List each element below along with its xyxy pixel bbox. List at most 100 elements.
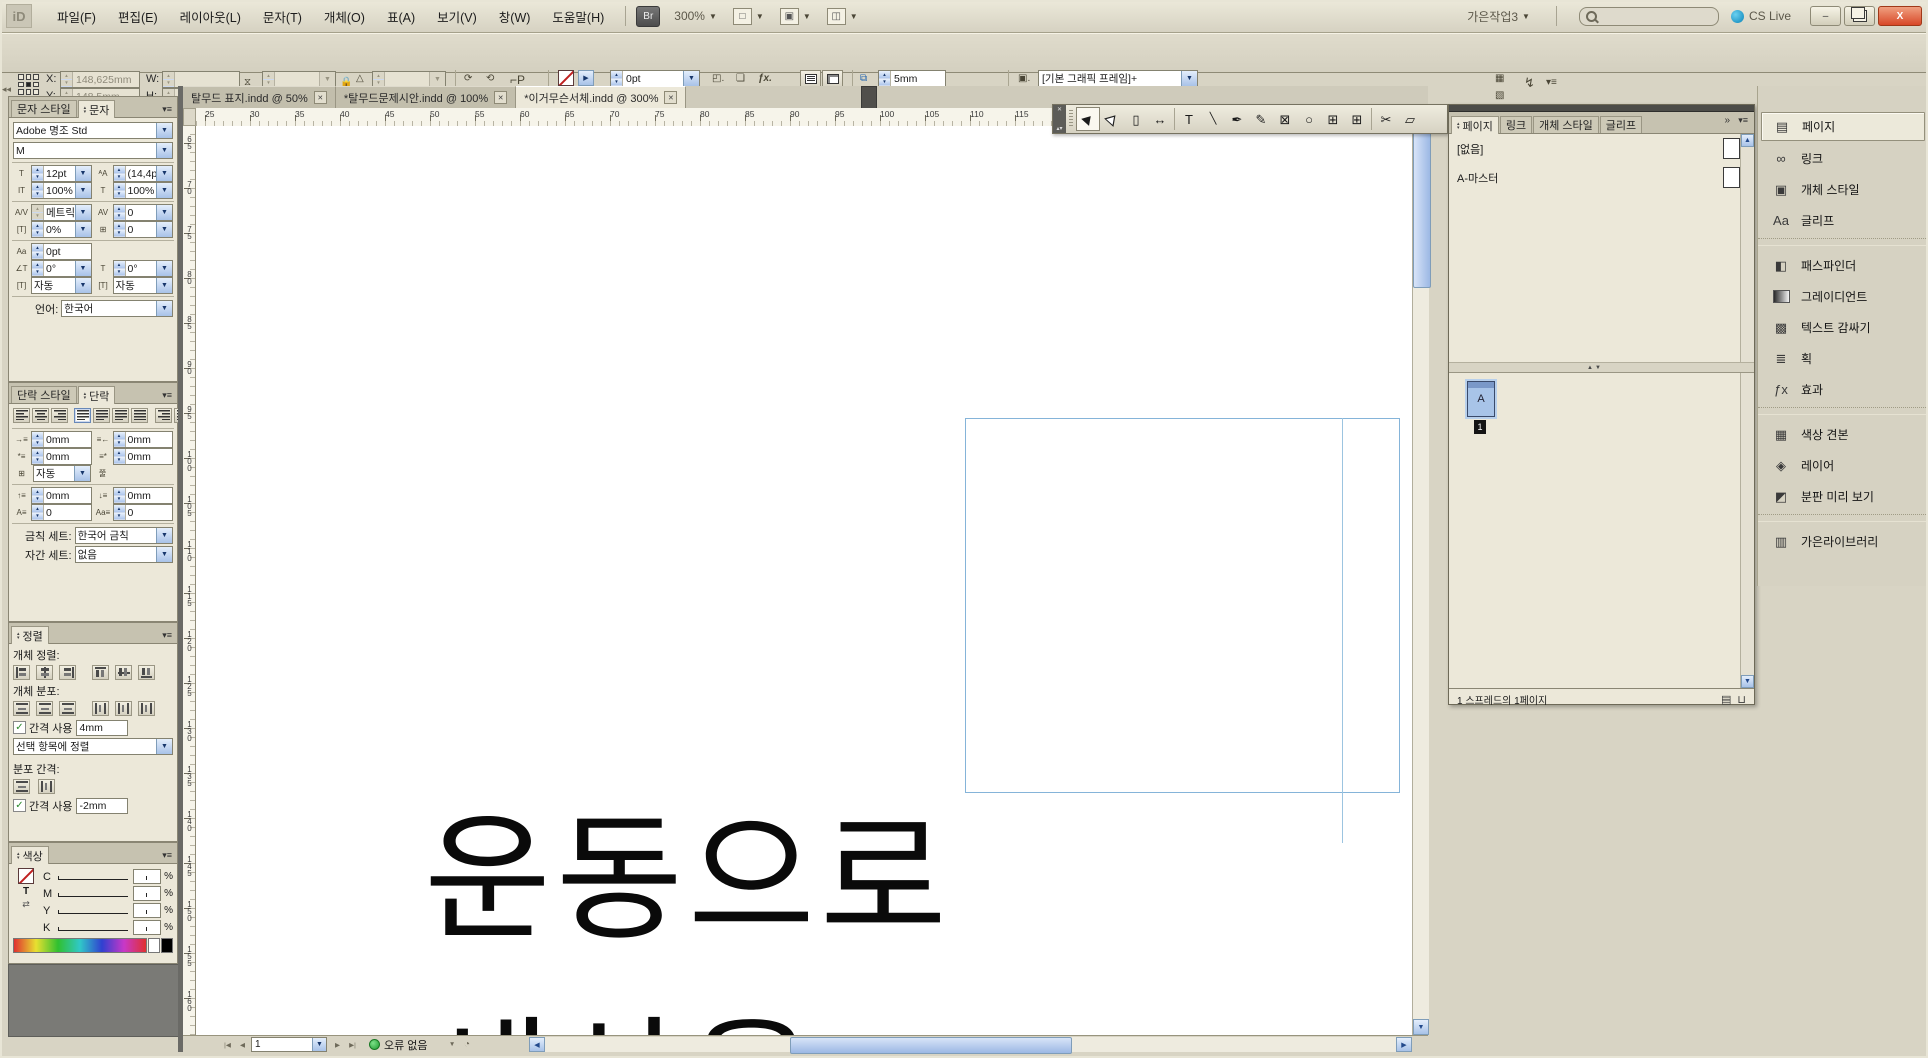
align-left-button[interactable]: [13, 408, 30, 423]
baseline-shift-field[interactable]: 0pt: [31, 243, 92, 260]
distribute-h-space-button[interactable]: [38, 779, 55, 794]
ellipse-tool[interactable]: ○: [1297, 107, 1321, 131]
indent-right-field[interactable]: 0mm: [113, 431, 174, 448]
search-input[interactable]: [1579, 7, 1719, 26]
frame-fitting-icon[interactable]: ⧉: [860, 73, 867, 84]
distribute-left-button[interactable]: [92, 701, 109, 716]
channel-slider[interactable]: [56, 923, 130, 933]
direct-selection-tool[interactable]: ▶: [1100, 107, 1124, 131]
new-spread-icon[interactable]: ▤: [1721, 693, 1731, 706]
tab-align[interactable]: ▴▾정렬: [11, 626, 49, 644]
horizontal-scrollbar[interactable]: [545, 1037, 1396, 1052]
rotate-cw-icon[interactable]: ⟳: [464, 73, 472, 84]
next-page-button[interactable]: ▶: [331, 1038, 344, 1051]
menu-item[interactable]: 레이아웃(L): [169, 3, 252, 30]
spacing2-value-field[interactable]: -2mm: [76, 798, 128, 814]
sidebar-item-layers[interactable]: ◈ 레이어: [1761, 452, 1925, 479]
x-position-field[interactable]: 148,625mm: [60, 71, 140, 88]
fit-gap-field[interactable]: 5mm: [878, 70, 946, 87]
mojikumi-combo[interactable]: 없음: [75, 546, 173, 563]
page-tool[interactable]: ▯: [1124, 107, 1148, 131]
distribute-bottom-button[interactable]: [59, 701, 76, 716]
no-text-wrap-button[interactable]: [800, 70, 821, 87]
font-family-combo[interactable]: Adobe 명조 Std: [13, 122, 173, 139]
vertical-scroll-thumb[interactable]: [1413, 124, 1431, 288]
space-before-field[interactable]: 0mm: [31, 487, 92, 504]
document-canvas[interactable]: 운동으로세상을만나다: [196, 126, 1412, 1035]
scroll-up-icon[interactable]: ▲: [1741, 134, 1754, 147]
channel-slider[interactable]: [56, 906, 130, 916]
channel-value-field[interactable]: [133, 920, 161, 935]
pages-panel-tab[interactable]: ▴▾페이지: [1451, 116, 1499, 134]
distribute-v-space-button[interactable]: [13, 779, 30, 794]
align-v-centers-button[interactable]: [115, 665, 132, 680]
vertical-ruler[interactable]: 6570758085909510010511011512012513013514…: [183, 126, 196, 1035]
sidebar-item-gradient[interactable]: 그레이디언트: [1761, 283, 1925, 310]
master-page-row[interactable]: [없음]: [1449, 134, 1754, 163]
vertical-grid-tool[interactable]: ⊞: [1345, 107, 1369, 131]
panel-scrollbar[interactable]: ▼: [1740, 373, 1754, 688]
char-rotation-combo[interactable]: 0°: [31, 260, 92, 277]
control-panel-menu-icon[interactable]: ▾≡: [1546, 77, 1557, 88]
first-page-button[interactable]: |◀: [221, 1038, 234, 1051]
vertical-scrollbar[interactable]: ▲ ▼: [1412, 108, 1429, 1035]
color-ramp[interactable]: [13, 938, 147, 953]
spacing-value-field[interactable]: 4mm: [76, 720, 128, 736]
master-page-row[interactable]: A-마스터: [1449, 163, 1754, 192]
arrange-documents-dropdown[interactable]: ◫ ▼: [827, 8, 858, 25]
selection-tool[interactable]: ▶: [1076, 107, 1100, 131]
cs-live-button[interactable]: CS Live: [1731, 9, 1791, 23]
swap-fill-stroke-icon[interactable]: ⇄: [22, 899, 30, 910]
panel-menu-icon[interactable]: ▾≡: [1738, 115, 1748, 126]
line-tool[interactable]: ╲: [1201, 107, 1225, 131]
align-toward-spine-button[interactable]: [155, 408, 172, 423]
menu-item[interactable]: 도움말(H): [541, 3, 615, 30]
distribute-top-button[interactable]: [13, 701, 30, 716]
screen-mode-dropdown[interactable]: ▣ ▼: [780, 8, 811, 25]
channel-slider[interactable]: [56, 872, 130, 882]
sidebar-item-glyphs[interactable]: Aa 글리프: [1761, 207, 1925, 234]
aki-combo[interactable]: 0%: [31, 221, 92, 238]
pages-panel-tab[interactable]: 개체 스타일: [1533, 116, 1599, 133]
language-combo[interactable]: 한국어: [61, 300, 173, 317]
distribute-h-centers-button[interactable]: [115, 701, 132, 716]
workspace-switcher[interactable]: 가은작업3 ▼: [1467, 8, 1530, 25]
sidebar-item-object-styles[interactable]: ▣ 개체 스타일: [1761, 176, 1925, 203]
preflight-menu-icon[interactable]: ▼: [446, 1038, 459, 1051]
sidebar-item-separations-preview[interactable]: ◩ 분판 미리 보기: [1761, 483, 1925, 510]
object-style-combo[interactable]: [기본 그래픽 프레임]+: [1038, 70, 1198, 87]
sidebar-item-pages[interactable]: ▤ 페이지: [1761, 112, 1925, 141]
last-page-button[interactable]: ▶|: [346, 1038, 359, 1051]
delete-spread-icon[interactable]: ⊔: [1737, 693, 1746, 706]
horizontal-scroll-thumb[interactable]: [790, 1037, 1072, 1054]
sidebar-item-links[interactable]: ∞ 링크: [1761, 145, 1925, 172]
panel-scrollbar[interactable]: ▲: [1740, 134, 1754, 362]
align-right-button[interactable]: [51, 408, 68, 423]
drop-shadow-icon[interactable]: ❏: [736, 73, 745, 84]
menu-item[interactable]: 편집(E): [107, 3, 169, 30]
vertical-scale-combo[interactable]: 100%: [31, 182, 92, 199]
dock-collapse-icon[interactable]: ◂◂: [2, 84, 11, 95]
use-spacing2-checkbox[interactable]: [13, 799, 26, 812]
tab-paragraph-styles[interactable]: 단락 스타일: [11, 386, 77, 403]
document-tab[interactable]: 탈무드 표지.indd @ 50%: [183, 86, 336, 108]
justify-last-center-button[interactable]: [93, 408, 110, 423]
tab-color[interactable]: ▴▾색상: [11, 846, 49, 864]
document-tab[interactable]: *탈무드문제시안.indd @ 100%: [336, 86, 516, 108]
align-center-button[interactable]: [32, 408, 49, 423]
scroll-right-icon[interactable]: ▶: [1396, 1037, 1412, 1052]
view-options-dropdown[interactable]: □ ▼: [733, 8, 764, 25]
panel-overflow-icon[interactable]: »: [1724, 115, 1730, 126]
sidebar-item-text-wrap[interactable]: ▩ 텍스트 감싸기: [1761, 314, 1925, 341]
toolbar-title-strip[interactable]: ✕▴▾: [1053, 105, 1066, 133]
menu-item[interactable]: 문자(T): [252, 3, 313, 30]
wrap-around-box-button[interactable]: [822, 70, 843, 87]
sidebar-item-effects[interactable]: ƒx 효과: [1761, 376, 1925, 403]
close-icon[interactable]: ✕: [1057, 106, 1062, 113]
sidebar-item-stroke[interactable]: ≣ 획: [1761, 345, 1925, 372]
menu-item[interactable]: 파일(F): [46, 3, 107, 30]
panel-menu-icon[interactable]: [162, 104, 175, 117]
align-to-combo[interactable]: 선택 항목에 정렬: [13, 738, 173, 755]
grid-align-combo[interactable]: 자동: [33, 465, 91, 482]
panel-menu-icon[interactable]: [162, 850, 175, 863]
